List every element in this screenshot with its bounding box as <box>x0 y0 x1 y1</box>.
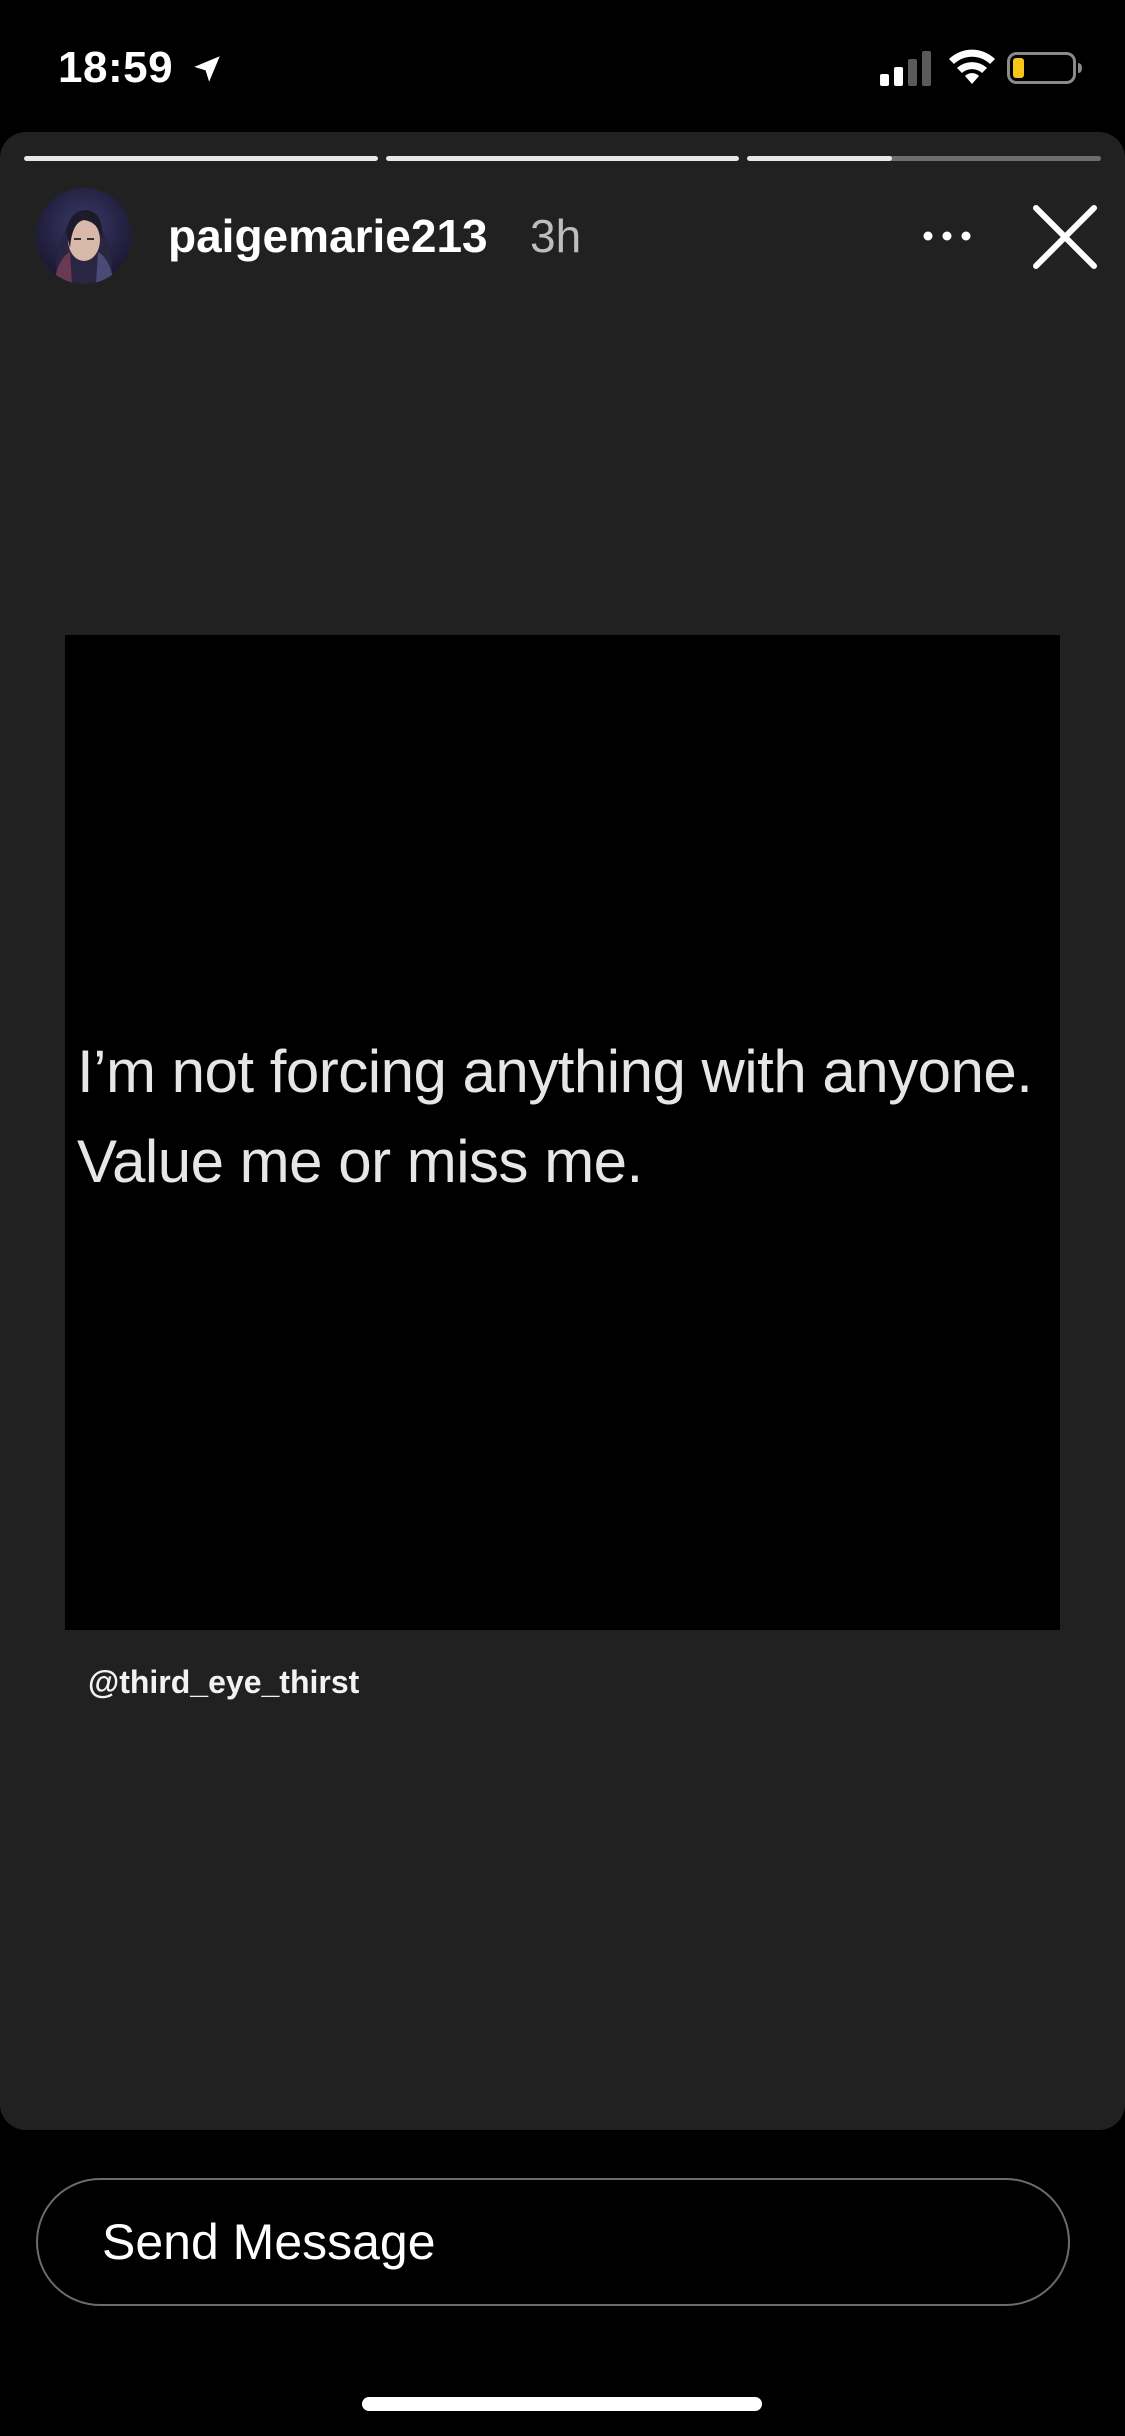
story-viewer[interactable]: paigemarie213 3h I’m not forcing anythin… <box>0 132 1125 2130</box>
close-icon <box>1033 205 1097 269</box>
send-message-placeholder: Send Message <box>102 2214 436 2270</box>
location-arrow-icon <box>194 56 220 82</box>
more-options-button[interactable] <box>912 208 982 264</box>
avatar[interactable] <box>36 188 132 284</box>
quote-text: I’m not forcing anything with anyone. Va… <box>77 1038 1033 1195</box>
story-progress-bar <box>24 156 1102 162</box>
story-header: paigemarie213 3h <box>0 188 1125 298</box>
cellular-signal-icon <box>880 51 931 86</box>
progress-segment <box>385 156 740 161</box>
more-horizontal-icon <box>923 231 971 241</box>
home-indicator[interactable] <box>362 2397 762 2411</box>
progress-segment <box>747 156 1102 161</box>
wifi-icon <box>949 49 995 84</box>
story-post-image: I’m not forcing anything with anyone. Va… <box>65 635 1060 1630</box>
status-bar: 18:59 <box>0 0 1125 130</box>
avatar-image <box>36 188 132 284</box>
send-message-input[interactable]: Send Message <box>36 2178 1070 2306</box>
progress-segment <box>24 156 378 161</box>
close-button[interactable] <box>1030 202 1100 272</box>
mention-sticker[interactable]: @third_eye_thirst <box>88 1662 359 1702</box>
status-time: 18:59 <box>58 43 174 92</box>
username[interactable]: paigemarie213 <box>168 210 488 262</box>
story-time-ago: 3h <box>530 210 582 262</box>
battery-low-icon <box>1007 52 1082 84</box>
